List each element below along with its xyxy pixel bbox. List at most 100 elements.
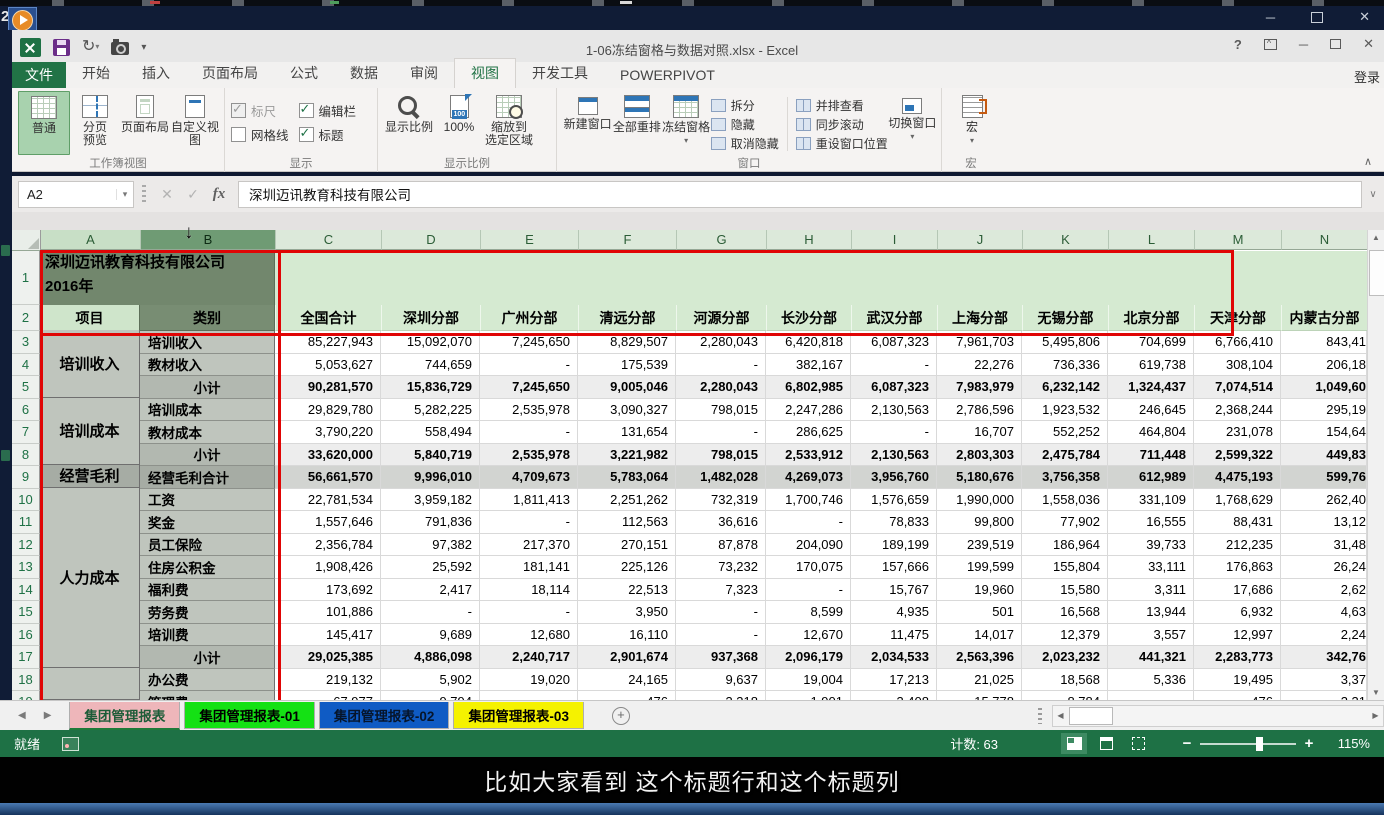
value-cell[interactable]: 5,902 — [381, 669, 480, 692]
value-cell[interactable]: 15,836,729 — [381, 376, 480, 399]
camera-icon[interactable] — [111, 42, 129, 55]
value-cell[interactable]: 3,408 — [851, 691, 937, 700]
category-cell[interactable]: 管理费 — [140, 691, 275, 700]
value-cell[interactable]: 22,276 — [937, 354, 1022, 377]
row-number[interactable]: 15 — [12, 601, 40, 624]
ribbon-button-重设窗口位置[interactable]: 重设窗口位置 — [796, 134, 888, 153]
value-cell[interactable]: 231,078 — [1194, 421, 1281, 444]
ribbon-button-宏[interactable]: 宏▾ — [948, 91, 996, 155]
ribbon-button-新建窗口[interactable]: 新建窗口 — [563, 91, 612, 155]
save-icon[interactable] — [53, 39, 70, 56]
value-cell[interactable]: 331,109 — [1108, 489, 1194, 512]
value-cell[interactable] — [1108, 691, 1194, 700]
value-cell[interactable]: 3,37 — [1281, 669, 1367, 692]
column-header-M[interactable]: M — [1195, 230, 1282, 250]
ribbon-button-冻结窗格[interactable]: 冻结窗格▾ — [662, 91, 711, 155]
value-cell[interactable]: 2,368,244 — [1194, 399, 1281, 422]
value-cell[interactable]: 558,494 — [381, 421, 480, 444]
value-cell[interactable]: 18,114 — [480, 579, 578, 602]
value-cell[interactable]: 19,004 — [766, 669, 851, 692]
row-number[interactable]: 4 — [12, 354, 40, 377]
value-cell[interactable]: 7,961,703 — [937, 331, 1022, 354]
value-cell[interactable]: 5,282,225 — [381, 399, 480, 422]
row-number[interactable]: 18 — [12, 669, 40, 692]
value-cell[interactable]: 1,811,413 — [480, 489, 578, 512]
header-branch[interactable]: 长沙分部 — [766, 305, 851, 331]
value-cell[interactable]: 476 — [1194, 691, 1281, 700]
category-cell[interactable]: 办公费 — [140, 669, 275, 692]
value-cell[interactable]: 21,025 — [937, 669, 1022, 692]
category-cell[interactable]: 奖金 — [140, 511, 275, 534]
value-cell[interactable]: 29,829,780 — [275, 399, 381, 422]
value-cell[interactable]: 17,686 — [1194, 579, 1281, 602]
value-cell[interactable]: 2,24 — [1281, 624, 1367, 647]
formula-input[interactable]: 深圳迈讯教育科技有限公司 — [238, 181, 1362, 208]
value-cell[interactable]: 476 — [578, 691, 676, 700]
value-cell[interactable]: 217,370 — [480, 534, 578, 557]
value-cell[interactable]: 14,017 — [937, 624, 1022, 647]
title-band-cell[interactable] — [275, 251, 1367, 305]
column-header-G[interactable]: G — [677, 230, 767, 250]
value-cell[interactable]: 4,475,193 — [1194, 466, 1281, 489]
value-cell[interactable]: 2,240,717 — [480, 646, 578, 669]
value-cell[interactable]: 16,707 — [937, 421, 1022, 444]
value-cell[interactable]: 1,576,659 — [851, 489, 937, 512]
value-cell[interactable]: 1,901 — [766, 691, 851, 700]
value-cell[interactable]: 1,049,60 — [1281, 376, 1367, 399]
value-cell[interactable]: 56,661,570 — [275, 466, 381, 489]
value-cell[interactable]: 464,804 — [1108, 421, 1194, 444]
value-cell[interactable]: 9,637 — [676, 669, 766, 692]
checkbox-icon[interactable] — [231, 127, 246, 142]
value-cell[interactable]: 3,31 — [1281, 691, 1367, 700]
value-cell[interactable]: 1,923,532 — [1022, 399, 1108, 422]
category-cell[interactable]: 小计 — [140, 646, 275, 669]
normal-view-icon[interactable] — [1061, 733, 1087, 754]
item-group-培训成本[interactable]: 培训成本 — [40, 398, 140, 466]
column-header-B[interactable]: B — [141, 230, 276, 250]
checkbox-标尺[interactable]: 标尺 — [231, 100, 289, 120]
value-cell[interactable]: 176,863 — [1194, 556, 1281, 579]
sheet-tab-集团管理报表[interactable]: 集团管理报表 — [69, 702, 180, 730]
zoom-percentage[interactable]: 115% — [1318, 736, 1370, 751]
outer-close-button[interactable]: ✕ — [1359, 9, 1370, 25]
row-number[interactable]: 10 — [12, 489, 40, 512]
tab-开发工具[interactable]: 开发工具 — [516, 59, 604, 88]
select-all-corner[interactable] — [12, 230, 41, 251]
value-cell[interactable]: 7,323 — [676, 579, 766, 602]
value-cell[interactable]: - — [766, 579, 851, 602]
value-cell[interactable]: - — [676, 624, 766, 647]
scroll-down-icon[interactable]: ▼ — [1368, 688, 1384, 697]
row-number[interactable]: 17 — [12, 646, 40, 669]
value-cell[interactable]: 39,733 — [1108, 534, 1194, 557]
value-cell[interactable]: 2,563,396 — [937, 646, 1022, 669]
tab-插入[interactable]: 插入 — [126, 59, 186, 88]
value-cell[interactable]: 2,535,978 — [480, 399, 578, 422]
header-branch[interactable]: 河源分部 — [676, 305, 766, 331]
sheet-tab-集团管理报表-03[interactable]: 集团管理报表-03 — [453, 702, 584, 729]
value-cell[interactable]: - — [480, 354, 578, 377]
value-cell[interactable]: - — [851, 354, 937, 377]
scroll-left-icon[interactable]: ◀ — [1053, 711, 1068, 720]
header-branch[interactable]: 无锡分部 — [1022, 305, 1108, 331]
category-cell[interactable]: 培训成本 — [140, 399, 275, 422]
value-cell[interactable]: - — [851, 421, 937, 444]
sign-in-link[interactable]: 登录 — [1354, 67, 1384, 86]
value-cell[interactable]: 13,12 — [1281, 511, 1367, 534]
column-header-C[interactable]: C — [276, 230, 382, 250]
column-header-K[interactable]: K — [1023, 230, 1109, 250]
confirm-entry-icon[interactable]: ✓ — [180, 186, 206, 203]
page-break-view-icon[interactable] — [1125, 733, 1151, 754]
header-branch[interactable]: 天津分部 — [1194, 305, 1281, 331]
row-number[interactable]: 8 — [12, 444, 40, 467]
checkbox-icon[interactable] — [231, 103, 246, 118]
vertical-scroll-thumb[interactable] — [1369, 250, 1384, 296]
value-cell[interactable]: 85,227,943 — [275, 331, 381, 354]
value-cell[interactable]: 2,533,912 — [766, 444, 851, 467]
value-cell[interactable]: 1,908,426 — [275, 556, 381, 579]
value-cell[interactable]: 9,005,046 — [578, 376, 676, 399]
value-cell[interactable]: 17,213 — [851, 669, 937, 692]
value-cell[interactable]: 7,245,650 — [480, 331, 578, 354]
value-cell[interactable]: 19,495 — [1194, 669, 1281, 692]
tab-视图[interactable]: 视图 — [454, 58, 516, 88]
checkbox-编辑栏[interactable]: 编辑栏 — [299, 100, 357, 120]
